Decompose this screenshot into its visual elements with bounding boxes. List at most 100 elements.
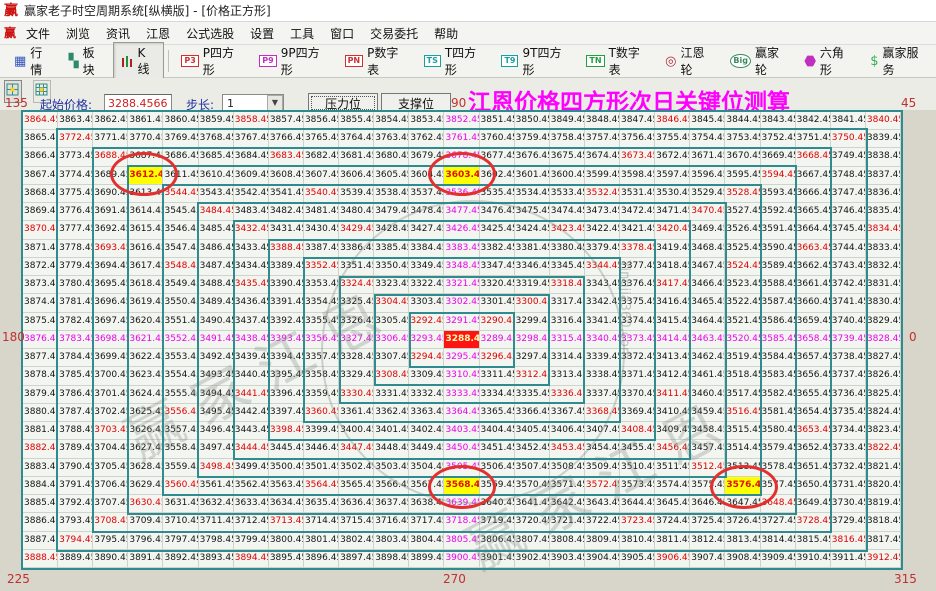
grid-cell: 3347.45: [479, 257, 515, 277]
grid-cell: 3789.45: [58, 440, 94, 459]
grid-cell: 3346.45: [514, 257, 550, 277]
grid-cell: 3853.45: [409, 112, 445, 131]
grid-cell: 3779.45: [58, 257, 94, 277]
grid-cell: 3297.45: [514, 349, 550, 368]
grid-cell: 3702.45: [93, 403, 129, 423]
grid-cell: 3560.45: [163, 476, 199, 496]
grid-cell: 3407.45: [584, 422, 621, 441]
grid-cell: 3487.45: [198, 257, 234, 277]
grid-cell: 3558.45: [163, 440, 199, 459]
9p-square-icon: P9: [259, 55, 277, 67]
grid-cell: 3726.45: [725, 513, 761, 532]
candlestick-icon: [121, 54, 134, 68]
grid-cell: 3467.45: [690, 257, 726, 277]
grid-cell: 3608.45: [268, 166, 304, 185]
toolbar-button-hexagon[interactable]: 六角形: [796, 40, 862, 82]
grid-cell: 3545.45: [163, 203, 199, 222]
grid-cell: 3600.45: [549, 166, 585, 185]
grid-cell: 3504.45: [409, 458, 445, 477]
grid-cell: 3336.45: [549, 385, 585, 404]
grid-cell: 3580.45: [760, 422, 796, 441]
grid-cell: 3315.45: [549, 330, 585, 350]
grid-cell: 3822.45: [865, 440, 901, 459]
grid-cell: 3451.45: [479, 440, 515, 459]
toolbar-button-9p-square[interactable]: P9 9P四方形: [251, 40, 336, 82]
grid-cell: 3897.45: [339, 549, 375, 568]
grid-cell: 3883.45: [23, 458, 59, 477]
grid-cell: 3596.45: [690, 166, 726, 185]
angle-label-0: 0: [909, 330, 917, 344]
grid-cell: 3529.45: [690, 184, 726, 204]
grid-cell: 3765.45: [303, 130, 340, 149]
grid-cell: 3542.45: [233, 184, 269, 204]
grid-cell: 3290.45: [479, 312, 515, 331]
toolbar-button-p-table[interactable]: PN P数字表: [337, 40, 416, 82]
grid-cell: 3430.45: [303, 221, 340, 240]
grid-cell: 3875.45: [23, 312, 59, 331]
toolbar-button-blocks[interactable]: ▚ 板块: [61, 40, 113, 82]
toolbar-button-service-dollar[interactable]: $ 赢家服务: [862, 40, 936, 82]
grid-cell: 3343.45: [584, 276, 621, 295]
toolbar-button-winner-wheel[interactable]: Big 赢家轮: [722, 40, 796, 82]
grid-cell: 3406.45: [549, 422, 585, 441]
grid-cell: 3627.45: [128, 440, 164, 459]
toolbar-button-t-table[interactable]: TN T数字表: [578, 40, 657, 82]
toolbar-button-quotes-table[interactable]: ▦ 行情: [6, 40, 61, 82]
toolbar-button-candlestick[interactable]: K线: [113, 41, 165, 81]
grid-cell: 3721.45: [549, 513, 585, 532]
grid-cell: 3670.45: [725, 148, 761, 167]
grid-cell: 3539.45: [339, 184, 375, 204]
grid-cell: 3678.45: [444, 148, 480, 167]
grid-cell: 3720.45: [514, 513, 550, 532]
grid-cell: 3737.45: [830, 367, 866, 386]
grid-cell: 3474.45: [549, 203, 585, 222]
grid-cell: 3331.45: [374, 385, 410, 404]
grid-cell: 3408.45: [620, 422, 656, 441]
grid-cell: 3591.45: [760, 221, 796, 240]
grid-cell: 3816.45: [830, 531, 866, 550]
grid-cell: 3533.45: [549, 184, 585, 204]
grid-cell: 3496.45: [198, 422, 234, 441]
grid-cell: 3802.45: [339, 531, 375, 550]
grid-cell: 3855.45: [339, 112, 375, 131]
grid-cell: 3522.45: [725, 294, 761, 313]
grid-cell: 3632.45: [198, 495, 234, 514]
grid-cell: 3578.45: [760, 458, 796, 477]
grid-cell: 3523.45: [725, 276, 761, 295]
grid-cell: 3857.45: [268, 112, 304, 131]
grid-cell: 3830.45: [865, 294, 901, 313]
grid-cell: 3401.45: [374, 422, 410, 441]
grid-cell: 3761.45: [444, 130, 480, 149]
grid-cell: 3458.45: [690, 422, 726, 441]
grid-cell: 3690.45: [93, 184, 129, 204]
grid-cell: 3636.45: [339, 495, 375, 514]
grid-cell: 3877.45: [23, 349, 59, 368]
grid-cell: 3579.45: [760, 440, 796, 459]
grid-cell: 3577.45: [760, 476, 796, 496]
grid-cell: 3900.45: [444, 549, 480, 568]
grid-cell: 3335.45: [514, 385, 550, 404]
grid-cell: 3722.45: [584, 513, 621, 532]
grid-cell: 3444.45: [233, 440, 269, 459]
toolbar-button-t-square[interactable]: TS T四方形: [416, 40, 494, 82]
grid-cell: 3357.45: [303, 349, 340, 368]
grid-cell: 3844.45: [725, 112, 761, 131]
grid-cell: 3673.45: [620, 148, 656, 167]
grid-cell: 3355.45: [303, 312, 340, 331]
grid-cell: 3773.45: [58, 148, 94, 167]
grid-cell: 3334.45: [479, 385, 515, 404]
toolbar-button-9t-square[interactable]: T9 9T四方形: [493, 40, 578, 82]
grid-cell: 3556.45: [163, 403, 199, 423]
grid-cell: 3728.45: [795, 513, 831, 532]
grid-cell: 3880.45: [23, 403, 59, 423]
grid-cell: 3644.45: [620, 495, 656, 514]
grid-cell: 3468.45: [690, 239, 726, 258]
grid-cell: 3309.45: [409, 367, 445, 386]
grid-cell: 3397.45: [268, 403, 304, 423]
grid-cell: 3505.45: [444, 458, 480, 477]
toolbar-button-gann-wheel[interactable]: ◎ 江恩轮: [657, 40, 722, 82]
grid-cell: 3424.45: [514, 221, 550, 240]
toolbar-button-p-square[interactable]: P3 P四方形: [173, 40, 251, 82]
grid-cell: 3565.45: [339, 476, 375, 496]
grid-cell: 3362.45: [374, 403, 410, 423]
